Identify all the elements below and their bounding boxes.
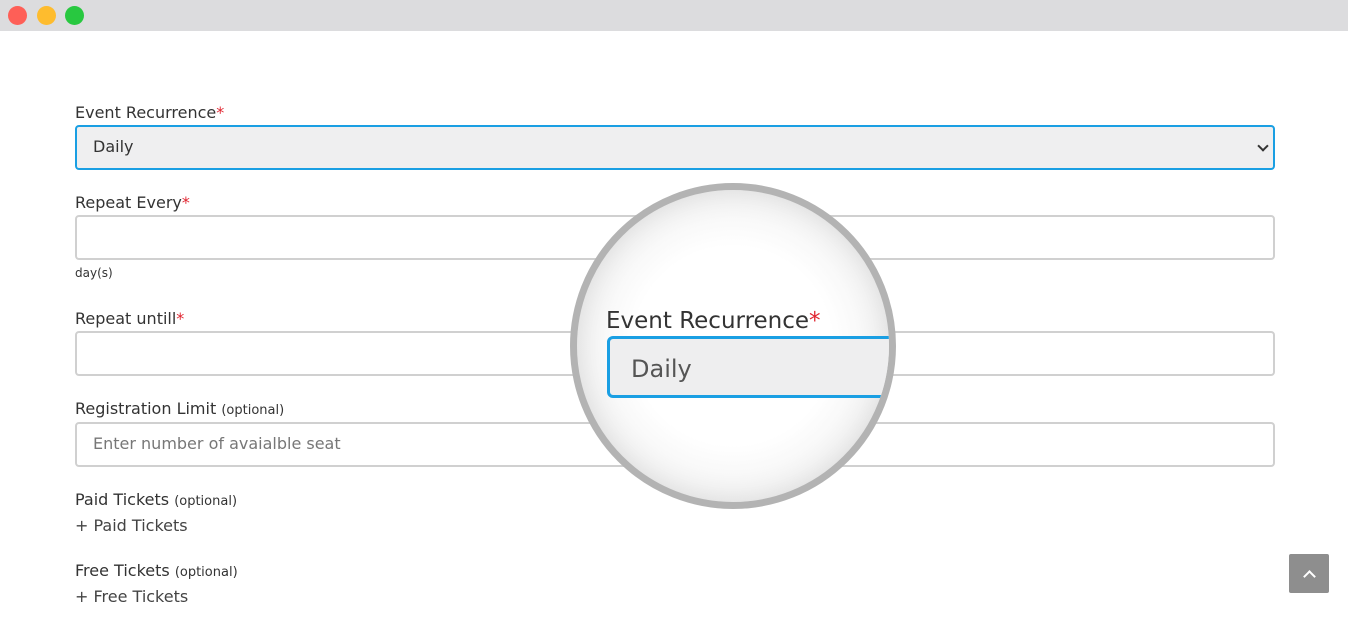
free-tickets-label: Free Tickets (optional) [75, 561, 238, 583]
close-window-button[interactable] [8, 6, 27, 25]
chevron-down-icon [1257, 140, 1269, 152]
repeat-every-label-text: Repeat Every [75, 193, 182, 212]
event-recurrence-label: Event Recurrence* [75, 103, 224, 123]
required-mark: * [809, 308, 821, 334]
add-free-tickets-link[interactable]: + Free Tickets [75, 587, 188, 606]
paid-tickets-label: Paid Tickets (optional) [75, 490, 237, 512]
required-mark: * [216, 103, 225, 122]
add-paid-tickets-link[interactable]: + Paid Tickets [75, 516, 188, 535]
magnifier-label: Event Recurrence* [606, 308, 821, 334]
paid-tickets-label-text: Paid Tickets [75, 490, 170, 509]
chevron-up-icon [1303, 570, 1316, 583]
registration-limit-label: Registration Limit (optional) [75, 399, 284, 421]
window-titlebar [0, 0, 1348, 31]
repeat-every-helper: day(s) [75, 266, 113, 280]
magnifier-select-value: Daily [631, 355, 692, 383]
optional-hint: (optional) [174, 494, 238, 509]
event-recurrence-select[interactable]: Daily [75, 125, 1275, 170]
repeat-until-label: Repeat untill* [75, 309, 184, 329]
magnifier-callout: Event Recurrence* Daily [570, 183, 896, 509]
required-mark: * [181, 193, 190, 212]
free-tickets-label-text: Free Tickets [75, 561, 170, 580]
required-mark: * [176, 309, 185, 328]
scroll-to-top-button[interactable] [1289, 554, 1329, 593]
optional-hint: (optional) [221, 403, 285, 418]
event-recurrence-value: Daily [93, 137, 134, 156]
magnifier-select: Daily [607, 336, 889, 398]
repeat-every-label: Repeat Every* [75, 193, 190, 213]
maximize-window-button[interactable] [65, 6, 84, 25]
event-recurrence-label-text: Event Recurrence [75, 103, 217, 122]
registration-limit-label-text: Registration Limit [75, 399, 217, 418]
registration-limit-placeholder: Enter number of avaialble seat [93, 434, 341, 453]
minimize-window-button[interactable] [37, 6, 56, 25]
repeat-until-label-text: Repeat untill [75, 309, 177, 328]
optional-hint: (optional) [174, 565, 238, 580]
magnifier-label-text: Event Recurrence [606, 308, 810, 334]
